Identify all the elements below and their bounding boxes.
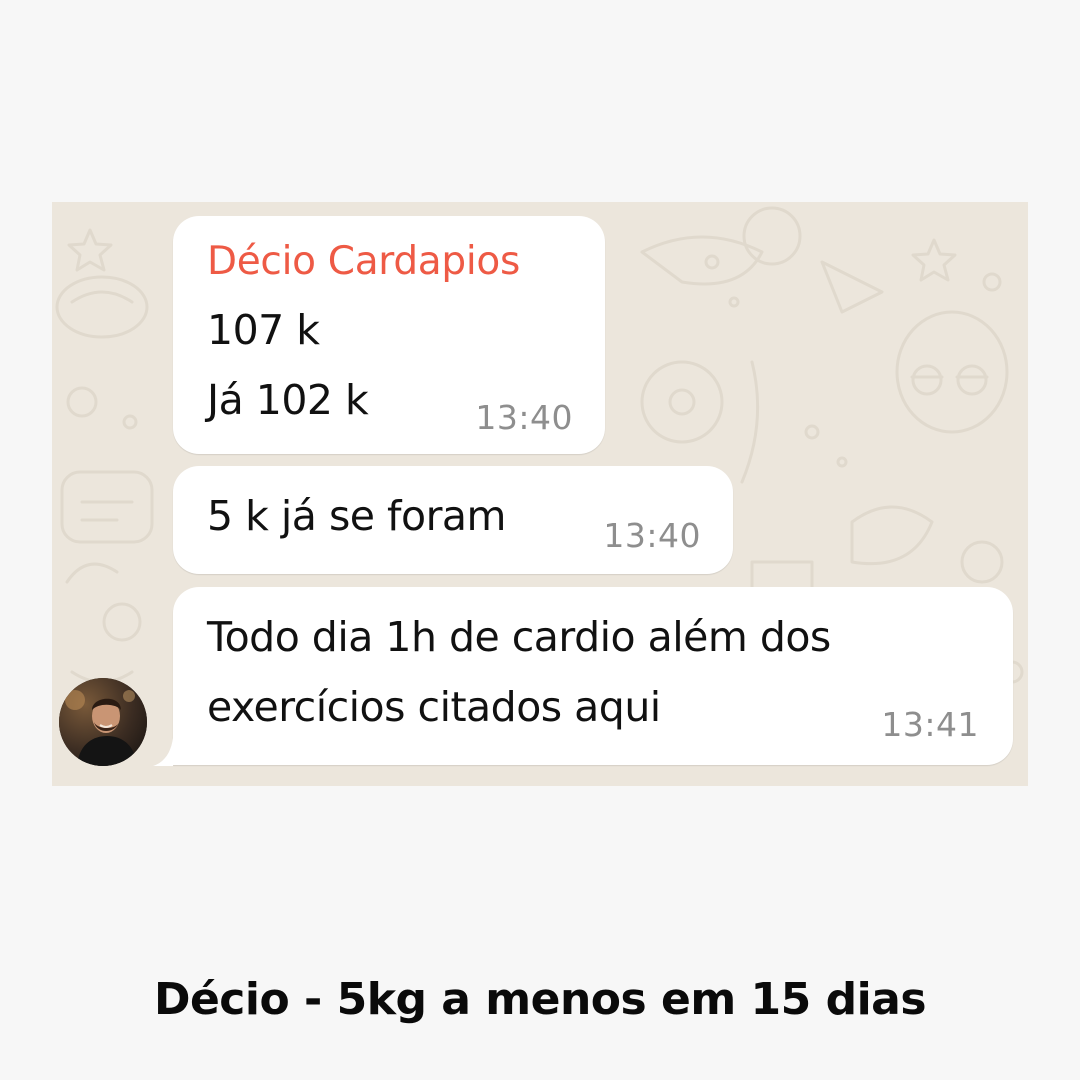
caption-text: Décio - 5kg a menos em 15 dias bbox=[153, 974, 927, 1025]
message-text-line: Já 102 k bbox=[207, 376, 369, 424]
message-text-line: exercícios citados aqui bbox=[207, 683, 661, 731]
message-text-line: Todo dia 1h de cardio além dos bbox=[207, 613, 831, 661]
message-timestamp: 13:41 bbox=[881, 705, 979, 744]
message-bubble[interactable]: Décio Cardapios 107 k Já 102 k 13:40 bbox=[173, 216, 605, 454]
message-bubble[interactable]: Todo dia 1h de cardio além dos exercício… bbox=[173, 587, 1013, 765]
user-photo-icon bbox=[59, 678, 147, 766]
avatar[interactable] bbox=[59, 678, 147, 766]
message-text-line: 5 k já se foram bbox=[207, 492, 507, 540]
chat-panel: Décio Cardapios 107 k Já 102 k 13:40 5 k… bbox=[52, 202, 1028, 786]
message-text-line: 107 k bbox=[207, 306, 320, 354]
message-bubble[interactable]: 5 k já se foram 13:40 bbox=[173, 466, 733, 574]
sender-name: Décio Cardapios bbox=[207, 239, 520, 284]
message-timestamp: 13:40 bbox=[603, 516, 701, 555]
bubble-tail bbox=[153, 738, 173, 766]
message-timestamp: 13:40 bbox=[475, 398, 573, 437]
